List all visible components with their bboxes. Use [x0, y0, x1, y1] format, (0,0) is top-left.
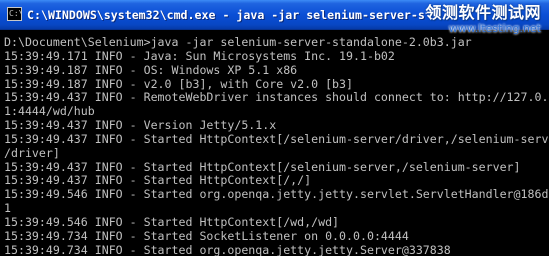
console-output-line: 15:39:49.187 INFO - v2.0 [b3], with Core… [4, 77, 354, 91]
console-output-line: 15:39:49.734 INFO - Started org.openqa.j… [4, 243, 451, 256]
console-output[interactable]: D:\Document\Selenium>java -jar selenium-… [4, 36, 549, 256]
window-title: C:\WINDOWS\system32\cmd.exe - java -jar … [27, 8, 427, 22]
console-output-line: 15:39:49.437 INFO - RemoteWebDriver inst… [4, 91, 549, 105]
cmd-console-icon[interactable]: C:\ [7, 7, 22, 21]
console-output-line: 15:39:49.546 INFO - Started HttpContext[… [4, 215, 340, 229]
watermark-url: www.ltesting.net [448, 22, 541, 35]
console-output-line: 15:39:49.734 INFO - Started SocketListen… [4, 229, 409, 243]
console-output-line: /driver] [4, 146, 60, 160]
console-output-line: 15:39:49.437 INFO - Started HttpContext[… [4, 132, 549, 146]
console-output-line: 15:39:49.437 INFO - Started HttpContext[… [4, 160, 521, 174]
console-output-line: 15:39:49.546 INFO - Started org.openqa.j… [4, 188, 549, 202]
watermark: 领测软件测试网 www.ltesting.net [425, 3, 541, 35]
console-output-line: 15:39:49.437 INFO - Version Jetty/5.1.x [4, 119, 277, 133]
console-output-line: 15:39:49.171 INFO - Java: Sun Microsyste… [4, 49, 395, 63]
console-command-line: D:\Document\Selenium>java -jar selenium-… [4, 36, 472, 49]
console-output-line: 1:4444/wd/hub [4, 105, 95, 119]
cmd-window: C:\ C:\WINDOWS\system32\cmd.exe - java -… [0, 0, 549, 256]
console-output-line: 15:39:49.437 INFO - Started HttpContext[… [4, 174, 312, 188]
watermark-title: 领测软件测试网 [425, 3, 541, 22]
title-bar[interactable]: C:\ C:\WINDOWS\system32\cmd.exe - java -… [0, 0, 549, 35]
console-output-line: 15:39:49.187 INFO - OS: Windows XP 5.1 x… [4, 63, 298, 77]
console-output-line: 1 [4, 202, 11, 216]
